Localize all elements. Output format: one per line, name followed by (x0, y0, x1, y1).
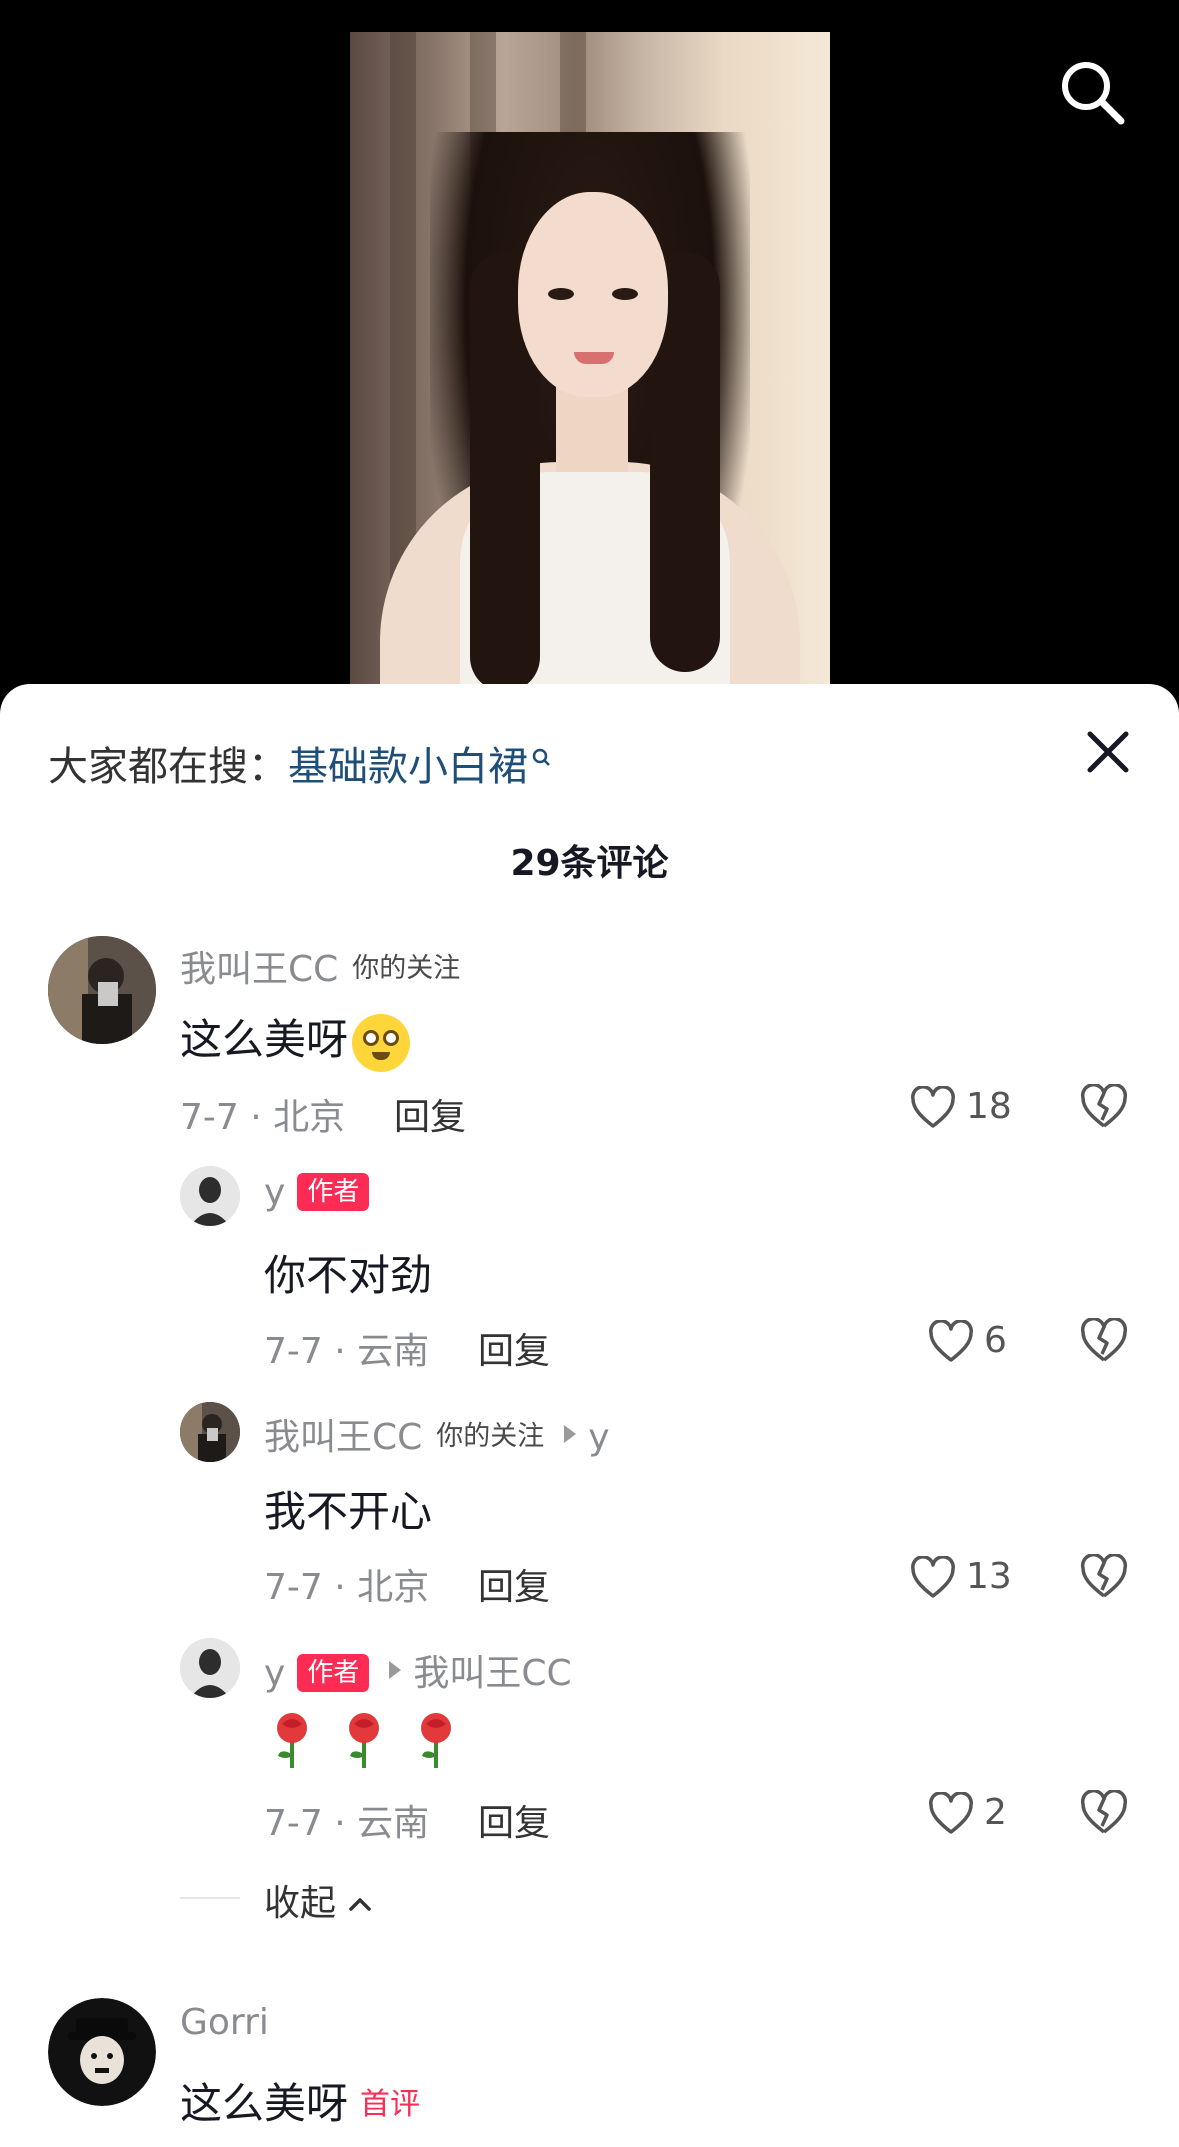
reply-arrow-icon (562, 1413, 578, 1454)
comment-text: 这么美呀 首评 (180, 2070, 420, 2131)
hot-search-prefix: 大家都在搜： (48, 744, 288, 790)
dislike-button[interactable] (1080, 1553, 1128, 1602)
lips (574, 352, 614, 364)
heart-icon (911, 1556, 955, 1598)
hot-search-keyword[interactable]: 基础款小白裙 (288, 744, 528, 790)
comment-text-content: 这么美呀 (180, 2079, 349, 2128)
reply-text (270, 1710, 486, 1780)
comment-author[interactable]: 我叫王CC 你的关注 (180, 940, 460, 992)
dislike-button[interactable] (1080, 1317, 1128, 1366)
like-count: 18 (966, 1086, 1012, 1127)
like-count: 6 (984, 1320, 1007, 1361)
author-badge: 作者 (297, 1654, 370, 1692)
reply-meta: 7-7 · 云南 (264, 1331, 430, 1372)
dislike-button[interactable] (1080, 1083, 1128, 1132)
comment-meta: 7-7 · 北京 (180, 1097, 346, 1138)
broken-heart-icon (1080, 1317, 1128, 1362)
broken-heart-icon (1080, 1083, 1128, 1128)
collapse-label: 收起 (264, 1883, 337, 1924)
comment-count: 29条评论 (510, 843, 669, 884)
eye (548, 288, 574, 300)
smiling-face-emoji (352, 1013, 411, 1072)
heart-icon (929, 1792, 973, 1834)
chevron-up-icon (347, 1883, 373, 1924)
close-icon (1087, 731, 1129, 773)
like-count: 2 (984, 1792, 1007, 1833)
reply-author[interactable]: 我叫王CC 你的关注 y (264, 1408, 610, 1460)
hot-search-bar[interactable]: 大家都在搜：基础款小白裙 (48, 734, 550, 792)
follow-tag: 你的关注 (436, 1421, 545, 1452)
dislike-button[interactable] (1080, 1789, 1128, 1838)
search-icon (1062, 62, 1125, 125)
avatar[interactable] (180, 1638, 240, 1698)
like-button[interactable]: 6 (928, 1318, 1038, 1368)
eye (612, 288, 638, 300)
avatar[interactable] (48, 936, 156, 1044)
reply-meta: 7-7 · 云南 (264, 1803, 430, 1844)
reply-button[interactable]: 回复 (394, 1088, 466, 1140)
follow-tag: 你的关注 (352, 953, 461, 984)
reply-author[interactable]: y 作者 (264, 1172, 370, 1213)
reply-text: 你不对劲 (264, 1251, 433, 1300)
reply-meta: 7-7 · 北京 (264, 1567, 430, 1608)
avatar[interactable] (48, 1998, 156, 2106)
reply-text: 我不开心 (264, 1487, 433, 1536)
first-comment-tag: 首评 (360, 2087, 421, 2122)
divider-line (180, 1897, 240, 1899)
author-name[interactable]: y (264, 1653, 285, 1694)
video-player[interactable] (0, 0, 1179, 700)
author-name[interactable]: y (264, 1172, 285, 1213)
like-count: 13 (966, 1556, 1012, 1597)
rose-emoji (414, 1710, 458, 1780)
author-name[interactable]: 我叫王CC (264, 1417, 422, 1458)
rose-emoji (342, 1710, 386, 1780)
like-button[interactable]: 2 (928, 1790, 1038, 1840)
video-thumbnail[interactable] (350, 32, 830, 700)
comment-author[interactable]: Gorri (180, 2002, 269, 2043)
collapse-replies-button[interactable]: 收起 (264, 1874, 373, 1926)
reply-button[interactable]: 回复 (478, 1558, 550, 1610)
face (518, 192, 668, 397)
reply-to-name[interactable]: y (588, 1417, 609, 1458)
search-button[interactable] (1058, 58, 1128, 128)
broken-heart-icon (1080, 1789, 1128, 1834)
like-button[interactable]: 13 (910, 1554, 1020, 1604)
avatar[interactable] (180, 1166, 240, 1226)
comment-text: 这么美呀 (180, 1006, 411, 1072)
heart-icon (911, 1086, 955, 1128)
reply-button[interactable]: 回复 (478, 1794, 550, 1846)
close-button[interactable] (1080, 724, 1136, 780)
like-button[interactable]: 18 (910, 1084, 1020, 1134)
avatar[interactable] (180, 1402, 240, 1462)
app-screen: 大家都在搜：基础款小白裙 29条评论 我叫王CC 你的关注 这么美呀 7-7 · … (0, 0, 1179, 2147)
small-search-icon (532, 734, 550, 780)
reply-author[interactable]: y 作者 我叫王CC (264, 1644, 572, 1696)
comment-text-content: 这么美呀 (180, 1015, 349, 1064)
reply-arrow-icon (387, 1649, 403, 1690)
reply-to-name[interactable]: 我叫王CC (413, 1653, 571, 1694)
broken-heart-icon (1080, 1553, 1128, 1598)
author-badge: 作者 (297, 1173, 370, 1211)
reply-button[interactable]: 回复 (478, 1322, 550, 1374)
heart-icon (929, 1320, 973, 1362)
rose-emoji (270, 1710, 314, 1780)
author-name[interactable]: 我叫王CC (180, 949, 338, 990)
